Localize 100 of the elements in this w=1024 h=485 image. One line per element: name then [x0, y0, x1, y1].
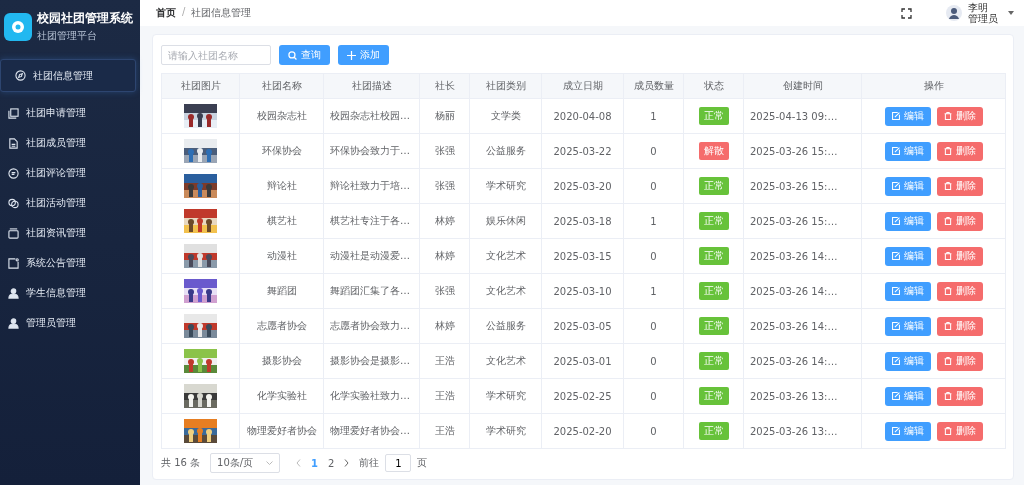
edit-button[interactable]: 编辑 — [884, 176, 931, 196]
edit-icon — [891, 112, 900, 120]
table-cell: 校园杂志社校园… — [323, 98, 420, 134]
column-header: 社团描述 — [323, 73, 420, 99]
page-size-select[interactable]: 10条/页 — [210, 453, 281, 473]
table-cell: 环保协会 — [239, 133, 324, 169]
doc-icon — [8, 137, 19, 149]
table-cell: 张强 — [419, 133, 470, 169]
table-cell: 2025-03-26 13:… — [743, 378, 862, 414]
status-tag: 正常 — [698, 212, 729, 230]
add-button[interactable]: 添加 — [338, 45, 389, 65]
delete-button[interactable]: 删除 — [936, 211, 983, 231]
edit-icon — [891, 252, 900, 260]
page-input[interactable]: 1 — [385, 454, 412, 472]
delete-button[interactable]: 删除 — [936, 281, 983, 301]
fullscreen-icon[interactable] — [901, 7, 912, 19]
page-number[interactable]: 2 — [328, 457, 335, 469]
trash-icon — [943, 182, 952, 190]
sidebar-item[interactable]: 学生信息管理 — [0, 278, 140, 308]
next-page-icon[interactable] — [344, 459, 350, 467]
sidebar-item[interactable]: 社团信息管理 — [0, 59, 136, 92]
caret-icon[interactable] — [1008, 11, 1014, 15]
edit-button[interactable]: 编辑 — [884, 281, 931, 301]
delete-button[interactable]: 删除 — [936, 106, 983, 126]
delete-button[interactable]: 删除 — [936, 386, 983, 406]
user-icon — [8, 287, 19, 299]
table-cell: 棋艺社 — [239, 203, 324, 239]
delete-button[interactable]: 删除 — [936, 141, 983, 161]
table-cell: 2025-03-26 13:… — [743, 413, 862, 449]
table-cell: 物理爱好者协会 — [239, 413, 324, 449]
table-cell: 0 — [623, 133, 684, 169]
table-cell: 物理爱好者协会… — [323, 413, 420, 449]
search-icon — [288, 50, 297, 60]
sidebar-item[interactable]: 社团申请管理 — [0, 98, 140, 128]
table-cell: 2025-03-26 14:… — [743, 273, 862, 309]
delete-button[interactable]: 删除 — [936, 316, 983, 336]
avatar-icon[interactable] — [946, 5, 962, 21]
table-cell: 2025-03-20 — [541, 168, 624, 204]
sidebar-item[interactable]: 系统公告管理 — [0, 248, 140, 278]
edit-button[interactable]: 编辑 — [884, 246, 931, 266]
user-icon — [8, 317, 19, 329]
search-field[interactable]: 请输入社团名称 — [161, 45, 271, 65]
delete-button[interactable]: 删除 — [936, 421, 983, 441]
column-header: 社团名称 — [239, 73, 324, 99]
copy-icon — [8, 107, 19, 119]
table-cell: 2025-03-01 — [541, 343, 624, 379]
app-subtitle: 社团管理平台 — [37, 29, 98, 43]
page-suffix: 页 — [417, 456, 428, 470]
sidebar-item[interactable]: 社团资讯管理 — [0, 218, 140, 248]
table-cell: 王浩 — [419, 378, 470, 414]
delete-button[interactable]: 删除 — [936, 246, 983, 266]
edit-button[interactable]: 编辑 — [884, 421, 931, 441]
chevron-down-icon — [266, 461, 274, 465]
trash-icon — [943, 427, 952, 435]
search-button[interactable]: 查询 — [279, 45, 330, 65]
table-cell: 张强 — [419, 273, 470, 309]
status-tag: 正常 — [698, 107, 729, 125]
table-cell: 张强 — [419, 168, 470, 204]
column-header: 社长 — [419, 73, 470, 99]
table-cell: 1 — [623, 98, 684, 134]
edit-button[interactable]: 编辑 — [884, 351, 931, 371]
table-cell: 2025-03-26 14:… — [743, 308, 862, 344]
table-cell: 2025-03-10 — [541, 273, 624, 309]
user-role: 管理员 — [968, 13, 998, 24]
status-tag: 正常 — [698, 247, 729, 265]
delete-button[interactable]: 删除 — [936, 176, 983, 196]
column-header: 操作 — [861, 73, 1006, 99]
trash-icon — [943, 287, 952, 295]
edit-icon — [891, 427, 900, 435]
delete-button[interactable]: 删除 — [936, 351, 983, 371]
edit-button[interactable]: 编辑 — [884, 316, 931, 336]
column-header: 成立日期 — [541, 73, 624, 99]
edit-button[interactable]: 编辑 — [884, 141, 931, 161]
page-number[interactable]: 1 — [311, 457, 319, 469]
table-cell: 2025-03-15 — [541, 238, 624, 274]
table-cell: 化学实验社致力… — [323, 378, 420, 414]
table-cell: 2025-03-05 — [541, 308, 624, 344]
edit-button[interactable]: 编辑 — [884, 106, 931, 126]
table-cell: 0 — [623, 308, 684, 344]
sidebar-item[interactable]: 社团活动管理 — [0, 188, 140, 218]
trash-icon — [943, 217, 952, 225]
goto-label: 前往 — [359, 456, 380, 470]
user-name: 李明 — [968, 2, 989, 13]
edit-icon — [891, 182, 900, 190]
breadcrumb-item[interactable]: 首页 — [156, 6, 176, 20]
column-header: 社团类别 — [469, 73, 542, 99]
table-cell: 摄影协会是摄影… — [323, 343, 420, 379]
edit-button[interactable]: 编辑 — [884, 386, 931, 406]
edit-button[interactable]: 编辑 — [884, 211, 931, 231]
table-cell: 娱乐休闲 — [469, 203, 542, 239]
table-cell: 志愿者协会 — [239, 308, 324, 344]
table-cell: 2020-04-08 — [541, 98, 624, 134]
app-title: 校园社团管理系统 — [37, 10, 133, 27]
sidebar-item[interactable]: 社团成员管理 — [0, 128, 140, 158]
table-cell: 环保协会致力于… — [323, 133, 420, 169]
table-cell: 文化艺术 — [469, 273, 542, 309]
trash-icon — [943, 252, 952, 260]
table-cell: 0 — [623, 343, 684, 379]
sidebar-item[interactable]: 社团评论管理 — [0, 158, 140, 188]
sidebar-item[interactable]: 管理员管理 — [0, 308, 140, 338]
